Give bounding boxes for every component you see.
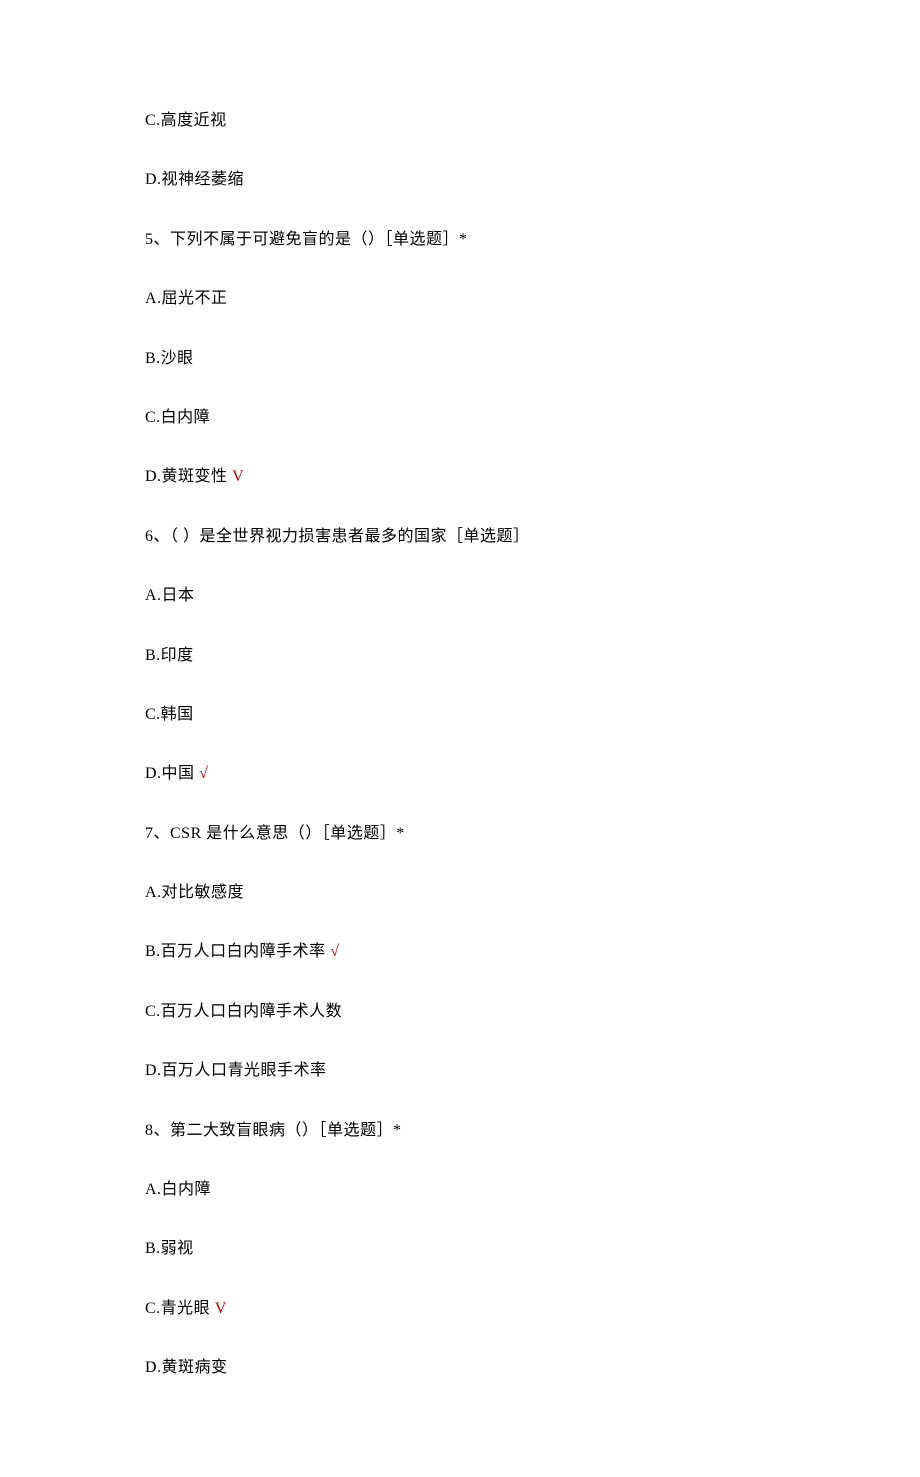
option-line: A.日本 <box>145 585 775 607</box>
question-line: 8、第二大致盲眼病（）［单选题］* <box>145 1120 775 1142</box>
option-line: C.韩国 <box>145 704 775 726</box>
option-line: A.白内障 <box>145 1179 775 1201</box>
question-line: 6、（ ）是全世界视力损害患者最多的国家［单选题］ <box>145 526 775 548</box>
option-text: B.百万人口白内障手术率 <box>145 943 330 960</box>
option-line-correct: D.中国 √ <box>145 763 775 785</box>
option-line-correct: C.青光眼 V <box>145 1298 775 1320</box>
option-line: D.视神经萎缩 <box>145 169 775 191</box>
question-line: 5、下列不属于可避免盲的是（）［单选题］* <box>145 229 775 251</box>
option-line: B.弱视 <box>145 1238 775 1260</box>
option-line-correct: D.黄斑变性 V <box>145 466 775 488</box>
option-line: B.印度 <box>145 645 775 667</box>
option-line: D.百万人口青光眼手术率 <box>145 1060 775 1082</box>
option-line: D.黄斑病变 <box>145 1357 775 1379</box>
option-line: A.屈光不正 <box>145 288 775 310</box>
option-text: D.中国 <box>145 765 199 782</box>
check-mark: √ <box>199 765 208 782</box>
option-line: B.沙眼 <box>145 348 775 370</box>
option-line: C.百万人口白内障手术人数 <box>145 1001 775 1023</box>
option-line: C.高度近视 <box>145 110 775 132</box>
check-mark: √ <box>330 943 339 960</box>
check-mark: V <box>232 468 244 485</box>
check-mark: V <box>215 1300 227 1317</box>
option-line: C.白内障 <box>145 407 775 429</box>
option-line-correct: B.百万人口白内障手术率 √ <box>145 941 775 963</box>
option-text: C.青光眼 <box>145 1300 215 1317</box>
option-line: A.对比敏感度 <box>145 882 775 904</box>
option-text: D.黄斑变性 <box>145 468 232 485</box>
question-line: 7、CSR 是什么意思（）［单选题］* <box>145 823 775 845</box>
